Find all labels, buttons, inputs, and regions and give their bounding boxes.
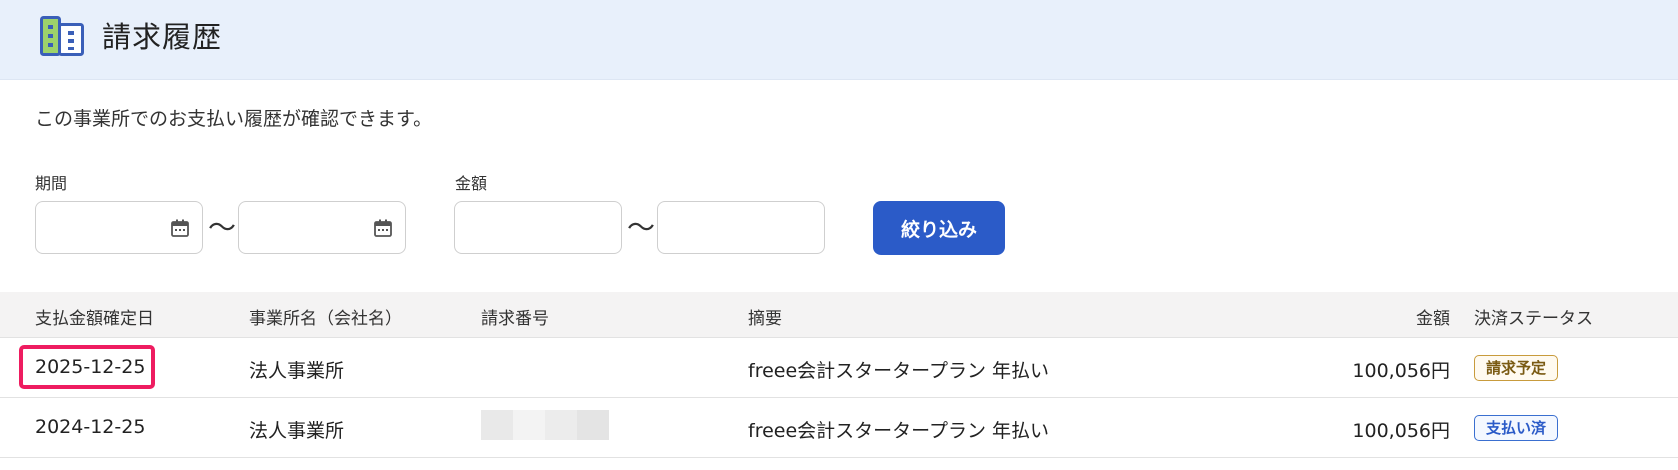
range-separator: 〜 xyxy=(208,211,237,244)
amount-to-input[interactable] xyxy=(657,201,825,254)
amount-label: 金額 xyxy=(455,174,488,193)
row-summary: freee会計スタータープラン 年払い xyxy=(748,360,1050,382)
highlight-box xyxy=(19,345,155,389)
row-company: 法人事業所 xyxy=(249,360,345,382)
calendar-icon[interactable] xyxy=(170,218,190,238)
column-header-invoice-number: 請求番号 xyxy=(481,309,549,329)
table-header: 支払金額確定日 事業所名（会社名） 請求番号 摘要 金額 決済ステータス xyxy=(0,292,1678,338)
page-description: この事業所でのお支払い履歴が確認できます。 xyxy=(35,108,433,130)
page-title: 請求履歴 xyxy=(102,20,223,54)
column-header-summary: 摘要 xyxy=(748,309,782,329)
column-header-date: 支払金額確定日 xyxy=(35,309,154,329)
table-row: 2024-12-25 法人事業所 freee会計スタータープラン 年払い 100… xyxy=(0,398,1678,458)
filter-button[interactable]: 絞り込み xyxy=(873,201,1005,255)
row-date: 2024-12-25 xyxy=(35,416,146,438)
column-header-status: 決済ステータス xyxy=(1474,309,1593,329)
period-label: 期間 xyxy=(35,174,68,193)
row-amount: 100,056円 xyxy=(1352,360,1450,382)
building-icon xyxy=(40,16,84,56)
amount-from-input[interactable] xyxy=(454,201,622,254)
table-row: 2025-12-25 法人事業所 freee会計スタータープラン 年払い 100… xyxy=(0,338,1678,398)
page-header: 請求履歴 xyxy=(0,0,1678,80)
row-amount: 100,056円 xyxy=(1352,420,1450,442)
status-badge: 支払い済 xyxy=(1474,415,1559,441)
period-from-input[interactable] xyxy=(35,201,203,254)
row-company: 法人事業所 xyxy=(249,420,345,442)
row-summary: freee会計スタータープラン 年払い xyxy=(748,420,1050,442)
status-badge: 請求予定 xyxy=(1474,355,1559,381)
period-to-input[interactable] xyxy=(238,201,406,254)
range-separator: 〜 xyxy=(627,211,656,244)
calendar-icon[interactable] xyxy=(373,218,393,238)
masked-invoice-number xyxy=(481,410,609,440)
column-header-amount: 金額 xyxy=(1416,309,1450,329)
column-header-company: 事業所名（会社名） xyxy=(249,309,402,329)
